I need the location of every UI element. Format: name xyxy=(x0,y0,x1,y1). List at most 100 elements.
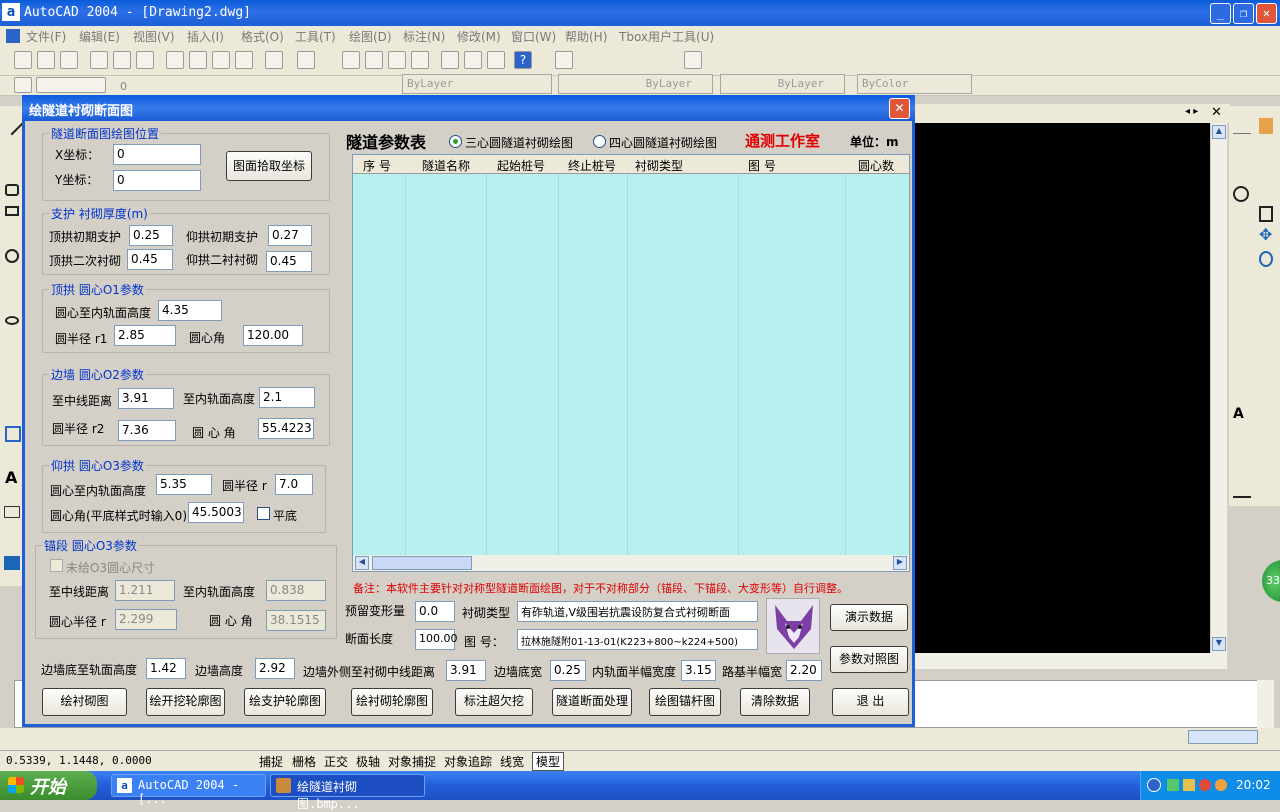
nav-arrows-icon[interactable]: ◂ ▸ xyxy=(1185,106,1198,117)
deform-input[interactable]: 0.0 xyxy=(415,601,455,622)
taskbar-image-viewer[interactable]: 绘隧道衬砌图.bmp... xyxy=(270,774,425,811)
drawing-canvas[interactable] xyxy=(915,123,1210,653)
wall-base-height-input[interactable]: 1.42 xyxy=(146,658,186,679)
canvas-vscroll[interactable]: ▲ ▼ xyxy=(1210,123,1227,653)
network-icon[interactable] xyxy=(1167,779,1179,791)
linetype-select[interactable]: ByLayer xyxy=(558,74,713,94)
menu-modify[interactable]: 修改(M) xyxy=(457,28,501,45)
dim-radius-icon[interactable] xyxy=(1233,186,1249,202)
plotstyle-select[interactable]: ByColor xyxy=(857,74,972,94)
length-input[interactable]: 100.00 xyxy=(415,629,458,650)
menu-insert[interactable]: 插入(I) xyxy=(187,28,224,45)
security-icon[interactable] xyxy=(1199,779,1211,791)
menu-draw[interactable]: 绘图(D) xyxy=(349,28,392,45)
menu-help[interactable]: 帮助(H) xyxy=(565,28,607,45)
radio-three-center-label[interactable]: 三心圆隧道衬砌绘图 xyxy=(465,134,573,151)
open-icon[interactable] xyxy=(37,51,55,69)
wall-height-input[interactable]: 2.92 xyxy=(255,658,295,679)
lineweight-toggle[interactable]: 线宽 xyxy=(500,753,524,770)
section-process-button[interactable]: 隧道断面处理 xyxy=(552,688,632,716)
anchor-angle-input[interactable]: 38.1515 xyxy=(266,610,326,631)
anchor-radius-input[interactable]: 2.299 xyxy=(115,609,177,630)
compare-chart-button[interactable]: 参数对照图 xyxy=(830,646,908,673)
radio-four-center-label[interactable]: 四心圆隧道衬砌绘图 xyxy=(609,134,717,151)
dialog-close-button[interactable]: ✕ xyxy=(889,98,910,119)
osnap-toggle[interactable]: 对象捕捉 xyxy=(388,753,436,770)
demo-data-button[interactable]: 演示数据 xyxy=(830,604,908,631)
properties-icon[interactable] xyxy=(441,51,459,69)
crown-initial-input[interactable]: 0.25 xyxy=(129,225,173,246)
zoom-previous-icon[interactable] xyxy=(411,51,429,69)
o3-height-input[interactable]: 5.35 xyxy=(156,474,212,495)
close-button[interactable]: ✕ xyxy=(1256,3,1277,24)
autocad-app-icon[interactable]: a xyxy=(2,3,20,21)
menu-format[interactable]: 格式(O) xyxy=(241,28,284,45)
color-select[interactable]: ByLayer xyxy=(402,74,552,94)
menu-tools[interactable]: 工具(T) xyxy=(295,28,336,45)
o2-height-input[interactable]: 2.1 xyxy=(259,387,315,408)
copy-icon[interactable] xyxy=(189,51,207,69)
dimension-icon[interactable] xyxy=(4,506,20,518)
scroll-right-icon[interactable]: ▶ xyxy=(893,556,907,570)
redo-icon[interactable] xyxy=(297,51,315,69)
wall-bottom-width-input[interactable]: 0.25 xyxy=(550,660,586,681)
o2-angle-input[interactable]: 55.4223 xyxy=(258,418,314,439)
table-hscroll[interactable]: ◀ ▶ xyxy=(353,555,909,571)
invert-secondary-input[interactable]: 0.45 xyxy=(266,251,312,272)
match-properties-icon[interactable] xyxy=(235,51,253,69)
polar-toggle[interactable]: 极轴 xyxy=(356,753,380,770)
grid-toggle[interactable]: 栅格 xyxy=(292,753,316,770)
exit-button[interactable]: 退 出 xyxy=(832,688,909,716)
image-icon[interactable] xyxy=(4,556,20,570)
col-drawing-no[interactable]: 图 号 xyxy=(748,157,776,174)
rotate-icon[interactable] xyxy=(1259,251,1273,267)
polygon-icon[interactable] xyxy=(5,184,19,196)
anchor-distance-input[interactable]: 1.211 xyxy=(115,580,175,601)
drawing-close-icon[interactable]: ✕ xyxy=(1211,105,1222,120)
mark-overbreak-button[interactable]: 标注超欠挖 xyxy=(455,688,533,716)
model-toggle[interactable]: 模型 xyxy=(532,752,565,771)
ortho-toggle[interactable]: 正交 xyxy=(324,753,348,770)
minimize-button[interactable]: _ xyxy=(1210,3,1231,24)
print-icon[interactable] xyxy=(90,51,108,69)
command-hscroll[interactable] xyxy=(1188,730,1258,744)
radio-three-center[interactable] xyxy=(449,135,462,148)
menu-window[interactable]: 窗口(W) xyxy=(511,28,556,45)
rail-half-width-input[interactable]: 3.15 xyxy=(681,660,716,681)
design-center-icon[interactable] xyxy=(464,51,482,69)
o3-radius-input[interactable]: 7.0 xyxy=(275,474,313,495)
o3-angle-input[interactable]: 45.5003 xyxy=(188,502,244,523)
menu-dimension[interactable]: 标注(N) xyxy=(403,28,445,45)
draw-lining-outline-button[interactable]: 绘衬砌轮廓图 xyxy=(351,688,433,716)
draw-lining-button[interactable]: 绘衬砌图 xyxy=(42,688,127,716)
scroll-up-icon[interactable]: ▲ xyxy=(1212,125,1226,139)
drawing-no-input[interactable]: 拉林施隧附01-13-01(K223+800~k224+500) xyxy=(517,629,758,650)
menu-tbox[interactable]: Tbox用户工具(U) xyxy=(619,28,714,45)
subgrade-half-width-input[interactable]: 2.20 xyxy=(786,660,822,681)
flat-bottom-checkbox[interactable] xyxy=(257,507,270,520)
zoom-window-icon[interactable] xyxy=(388,51,406,69)
pick-coordinate-button[interactable]: 图面拾取坐标 xyxy=(226,151,312,181)
col-center-count[interactable]: 圆心数 xyxy=(858,157,894,174)
ellipse-icon[interactable] xyxy=(5,316,19,325)
menu-view[interactable]: 视图(V) xyxy=(133,28,175,45)
undo-icon[interactable] xyxy=(265,51,283,69)
clear-data-button[interactable]: 清除数据 xyxy=(740,688,810,716)
draw-excavation-button[interactable]: 绘开挖轮廓图 xyxy=(146,688,225,716)
cut-icon[interactable] xyxy=(166,51,184,69)
tray-expand-icon[interactable] xyxy=(1147,778,1161,792)
wall-offset-input[interactable]: 3.91 xyxy=(446,660,486,681)
text-style-icon[interactable] xyxy=(555,51,573,69)
zoom-realtime-icon[interactable] xyxy=(365,51,383,69)
line-icon[interactable] xyxy=(0,112,24,136)
o2-distance-input[interactable]: 3.91 xyxy=(118,388,174,409)
lining-type-input[interactable]: 有砟轨道,Ⅴ级围岩抗震设防复合式衬砌断面 xyxy=(517,601,758,622)
messenger-icon[interactable] xyxy=(1183,779,1195,791)
dim-style-icon[interactable] xyxy=(684,51,702,69)
text-icon[interactable]: A xyxy=(5,468,17,487)
canvas-hscroll[interactable] xyxy=(915,653,1227,669)
command-vscroll[interactable] xyxy=(1257,680,1274,728)
layer-manager-icon[interactable] xyxy=(14,77,32,93)
array-icon[interactable] xyxy=(1259,206,1273,222)
draw-anchor-button[interactable]: 绘图锚杆图 xyxy=(649,688,721,716)
